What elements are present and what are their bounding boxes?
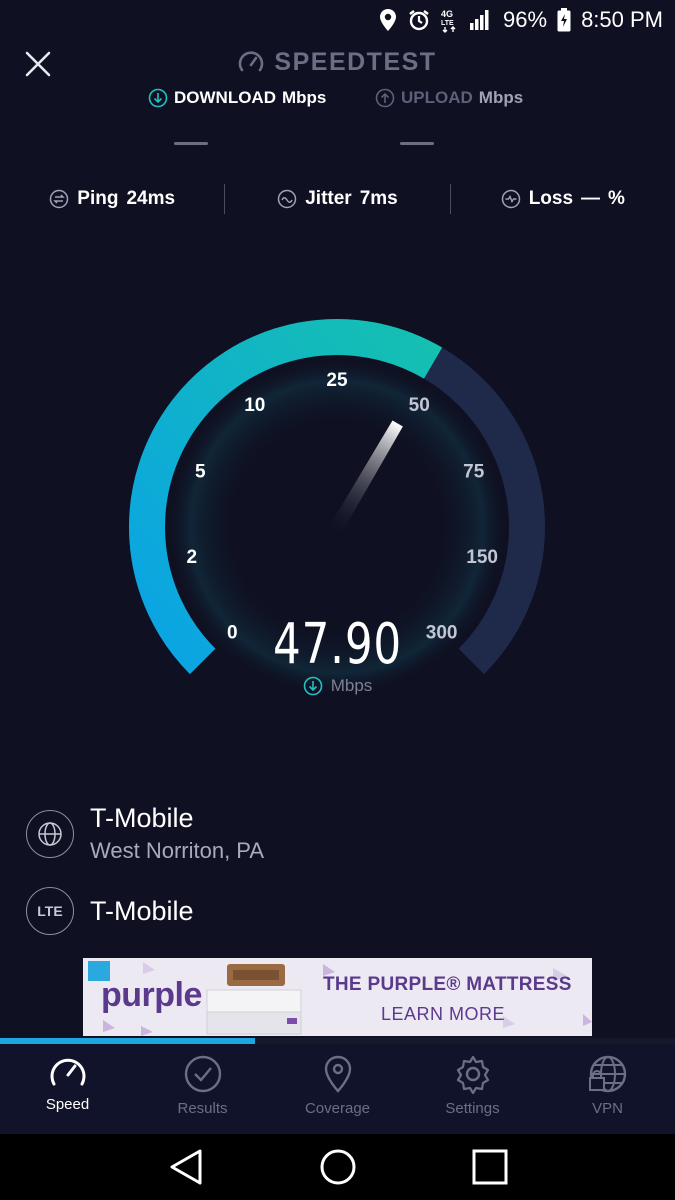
tab-coverage[interactable]: Coverage (270, 1044, 405, 1134)
loss-unit: % (608, 188, 625, 209)
ad-banner[interactable]: purple THE PURPLE® MATTRESS LEARN MORE (83, 958, 592, 1036)
jitter-icon (277, 189, 297, 209)
download-arrow-icon (303, 676, 323, 696)
download-value-placeholder (174, 142, 208, 145)
network-type-icon: 4G LTE (441, 7, 459, 33)
tab-vpn[interactable]: VPN (540, 1044, 675, 1134)
tab-results-label: Results (177, 1100, 228, 1117)
battery-percent: 96% (503, 7, 548, 32)
jitter-label: Jitter (305, 188, 352, 209)
ping-label: Ping (77, 188, 119, 209)
gauge-tick-label: 2 (187, 547, 198, 568)
metrics-row: Ping 24ms Jitter 7ms Loss —% (0, 180, 675, 218)
globe-badge (26, 809, 74, 858)
upload-label: UPLOAD (401, 88, 473, 107)
status-time: 8:50 PM (581, 7, 663, 32)
app-title-text: SPEEDTEST (274, 48, 437, 76)
ping-value: 24ms (126, 188, 176, 209)
server-info[interactable]: LTE T-Mobile (26, 887, 194, 935)
tab-speed[interactable]: Speed (0, 1044, 135, 1134)
ad-cta[interactable]: LEARN MORE (381, 1004, 505, 1025)
gauge-tick-label: 5 (195, 461, 206, 482)
location-icon (379, 8, 397, 32)
tab-results[interactable]: Results (135, 1044, 270, 1134)
gauge-tick-label: 150 (466, 547, 498, 568)
speed-value: 47.90 (273, 612, 402, 677)
loss-value: — (581, 188, 601, 209)
alarm-icon (407, 8, 431, 32)
app-title: SPEEDTEST (0, 48, 675, 77)
globe-icon (38, 821, 62, 846)
ad-brand: purple (101, 976, 202, 1014)
download-label: DOWNLOAD (174, 88, 276, 107)
tab-coverage-label: Coverage (304, 1100, 371, 1117)
mattress-image (206, 964, 302, 1035)
download-mode: DOWNLOAD Mbps (148, 88, 326, 108)
download-arrow-icon (148, 88, 168, 108)
battery-charging-icon (557, 8, 571, 32)
ping-metric: Ping 24ms (0, 188, 224, 210)
upload-arrow-icon (375, 88, 395, 108)
tab-settings[interactable]: Settings (405, 1044, 540, 1134)
back-icon[interactable] (168, 1148, 204, 1186)
isp-info[interactable]: T-Mobile West Norriton, PA (26, 803, 264, 864)
globe-lock-icon (588, 1055, 626, 1093)
gauge-tick-label: 10 (244, 395, 265, 416)
lte-badge: LTE (26, 887, 74, 935)
tab-settings-label: Settings (445, 1100, 500, 1117)
loss-metric: Loss —% (451, 188, 675, 210)
android-nav-bar (0, 1134, 675, 1200)
gauge-tick-label: 25 (326, 370, 348, 391)
recents-icon[interactable] (472, 1149, 508, 1185)
isp-name: T-Mobile (90, 803, 194, 833)
bottom-tab-bar: Speed Results Coverage Settings VPN (0, 1044, 675, 1134)
signal-icon (469, 9, 493, 31)
gauge-tick-label: 75 (463, 461, 485, 482)
server-name: T-Mobile (90, 895, 194, 926)
speed-unit: Mbps (330, 676, 373, 695)
upload-mode: UPLOAD Mbps (375, 88, 523, 108)
loss-label: Loss (528, 188, 574, 209)
download-unit: Mbps (281, 88, 327, 107)
status-bar: 4G LTE 96% 8:50 PM (0, 0, 675, 40)
gear-icon (456, 1055, 489, 1094)
svg-text:4G: 4G (441, 9, 453, 19)
jitter-metric: Jitter 7ms (225, 188, 449, 210)
loss-icon (501, 189, 520, 209)
speedometer-icon (50, 1058, 85, 1086)
ad-headline: THE PURPLE® MATTRESS (323, 974, 572, 995)
svg-text:LTE: LTE (441, 20, 454, 27)
location-pin-icon (324, 1055, 351, 1093)
mode-row: DOWNLOAD Mbps UPLOAD Mbps (0, 88, 675, 112)
speed-unit-row: Mbps (0, 676, 675, 696)
speedtest-logo-icon (239, 50, 264, 71)
tab-speed-label: Speed (45, 1096, 90, 1113)
check-circle-icon (184, 1055, 221, 1093)
gauge-tick-label: 50 (409, 395, 430, 416)
upload-value-placeholder (400, 142, 434, 145)
jitter-value: 7ms (359, 188, 398, 209)
upload-unit: Mbps (478, 88, 524, 107)
home-icon[interactable] (319, 1148, 357, 1186)
isp-location: West Norriton, PA (90, 838, 265, 863)
ping-icon (50, 189, 69, 209)
tab-vpn-label: VPN (592, 1100, 623, 1117)
